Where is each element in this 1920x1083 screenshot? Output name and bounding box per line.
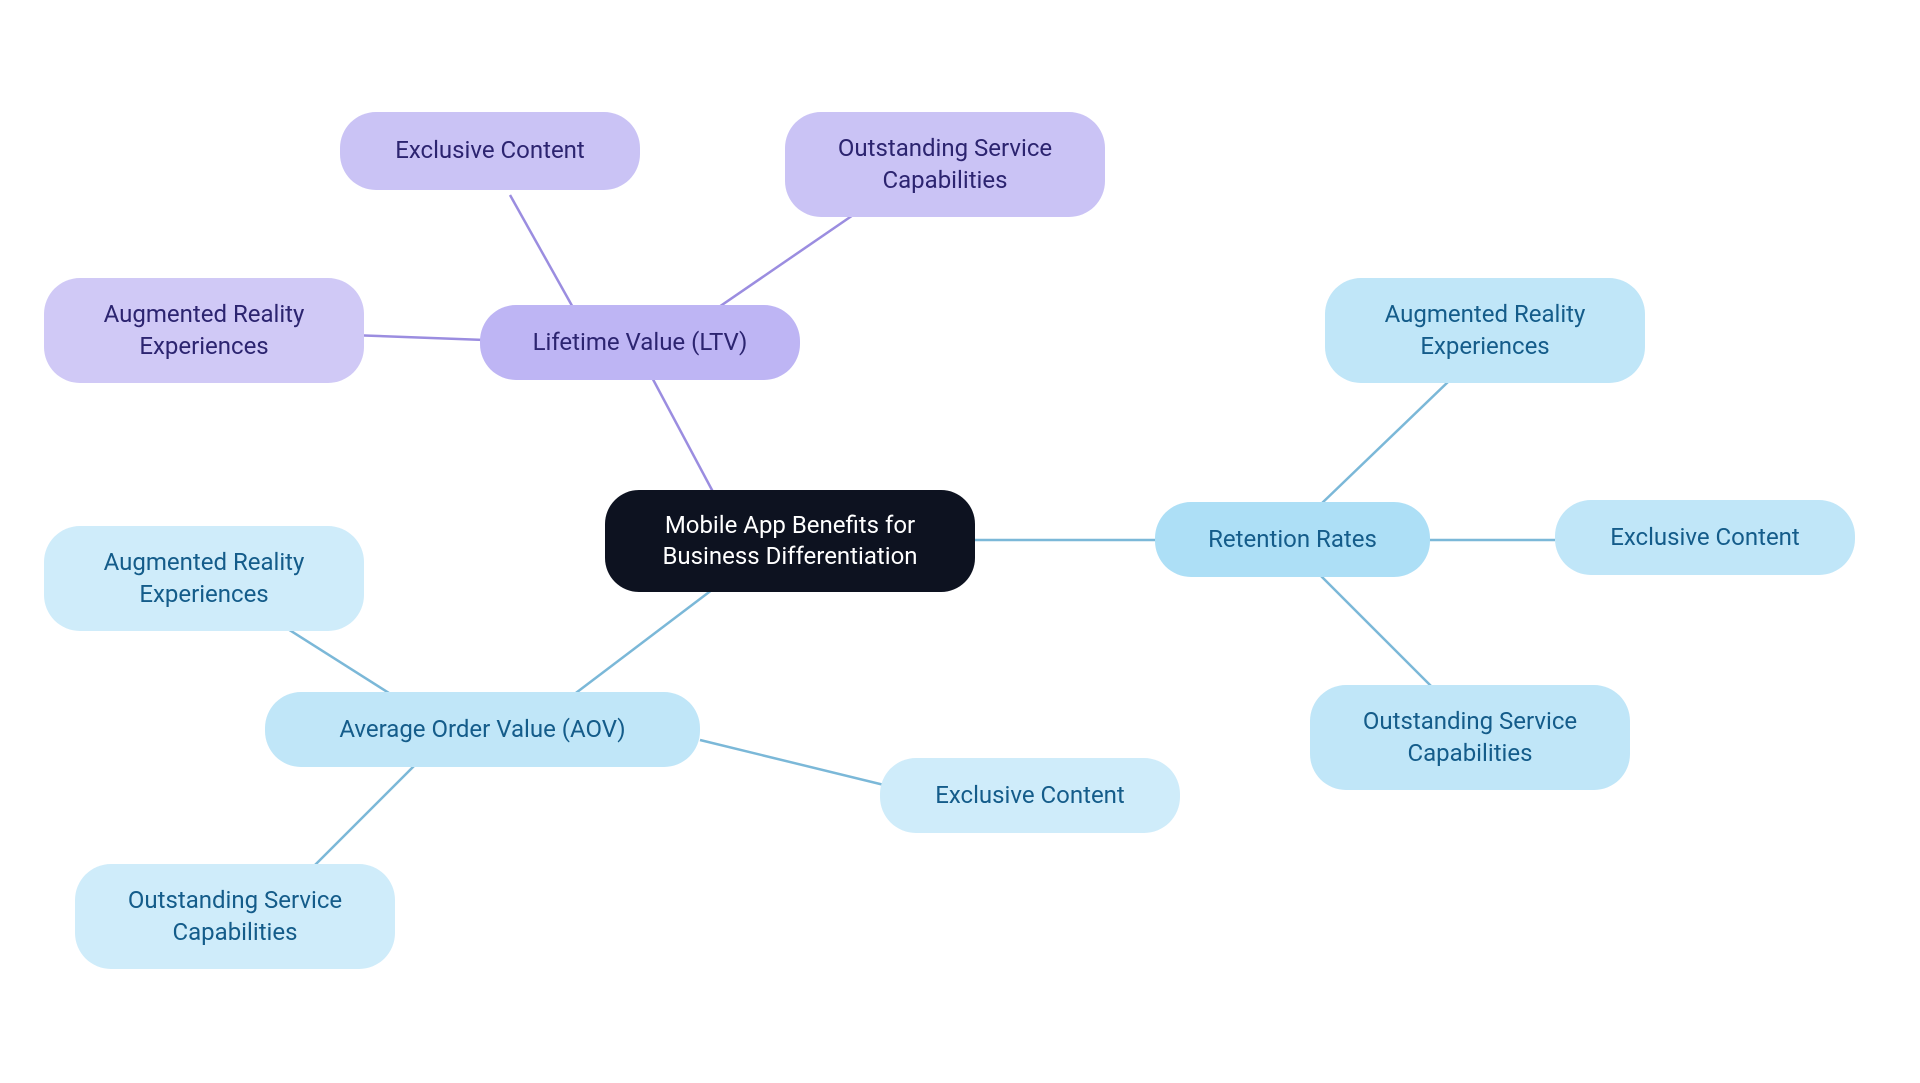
retention-exclusive-label: Exclusive Content bbox=[1610, 522, 1800, 553]
retention-node[interactable]: Retention Rates bbox=[1155, 502, 1430, 577]
aov-node[interactable]: Average Order Value (AOV) bbox=[265, 692, 700, 767]
aov-ar-node[interactable]: Augmented Reality Experiences bbox=[44, 526, 364, 631]
aov-exclusive-node[interactable]: Exclusive Content bbox=[880, 758, 1180, 833]
retention-service-node[interactable]: Outstanding Service Capabilities bbox=[1310, 685, 1630, 790]
retention-ar-node[interactable]: Augmented Reality Experiences bbox=[1325, 278, 1645, 383]
ltv-ar-node[interactable]: Augmented Reality Experiences bbox=[44, 278, 364, 383]
ltv-exclusive-node[interactable]: Exclusive Content bbox=[340, 112, 640, 190]
retention-service-label: Outstanding Service Capabilities bbox=[1338, 706, 1602, 768]
center-label: Mobile App Benefits for Business Differe… bbox=[633, 510, 947, 572]
mindmap-canvas: Mobile App Benefits for Business Differe… bbox=[0, 0, 1920, 1083]
retention-exclusive-node[interactable]: Exclusive Content bbox=[1555, 500, 1855, 575]
aov-label: Average Order Value (AOV) bbox=[339, 714, 625, 745]
ltv-exclusive-label: Exclusive Content bbox=[395, 135, 585, 166]
aov-service-label: Outstanding Service Capabilities bbox=[103, 885, 367, 947]
retention-ar-label: Augmented Reality Experiences bbox=[1353, 299, 1617, 361]
ltv-service-label: Outstanding Service Capabilities bbox=[813, 133, 1077, 195]
ltv-label: Lifetime Value (LTV) bbox=[533, 327, 748, 358]
aov-ar-label: Augmented Reality Experiences bbox=[72, 547, 336, 609]
ltv-ar-label: Augmented Reality Experiences bbox=[72, 299, 336, 361]
aov-service-node[interactable]: Outstanding Service Capabilities bbox=[75, 864, 395, 969]
center-node[interactable]: Mobile App Benefits for Business Differe… bbox=[605, 490, 975, 592]
aov-exclusive-label: Exclusive Content bbox=[935, 780, 1125, 811]
ltv-service-node[interactable]: Outstanding Service Capabilities bbox=[785, 112, 1105, 217]
retention-label: Retention Rates bbox=[1208, 524, 1377, 555]
ltv-node[interactable]: Lifetime Value (LTV) bbox=[480, 305, 800, 380]
